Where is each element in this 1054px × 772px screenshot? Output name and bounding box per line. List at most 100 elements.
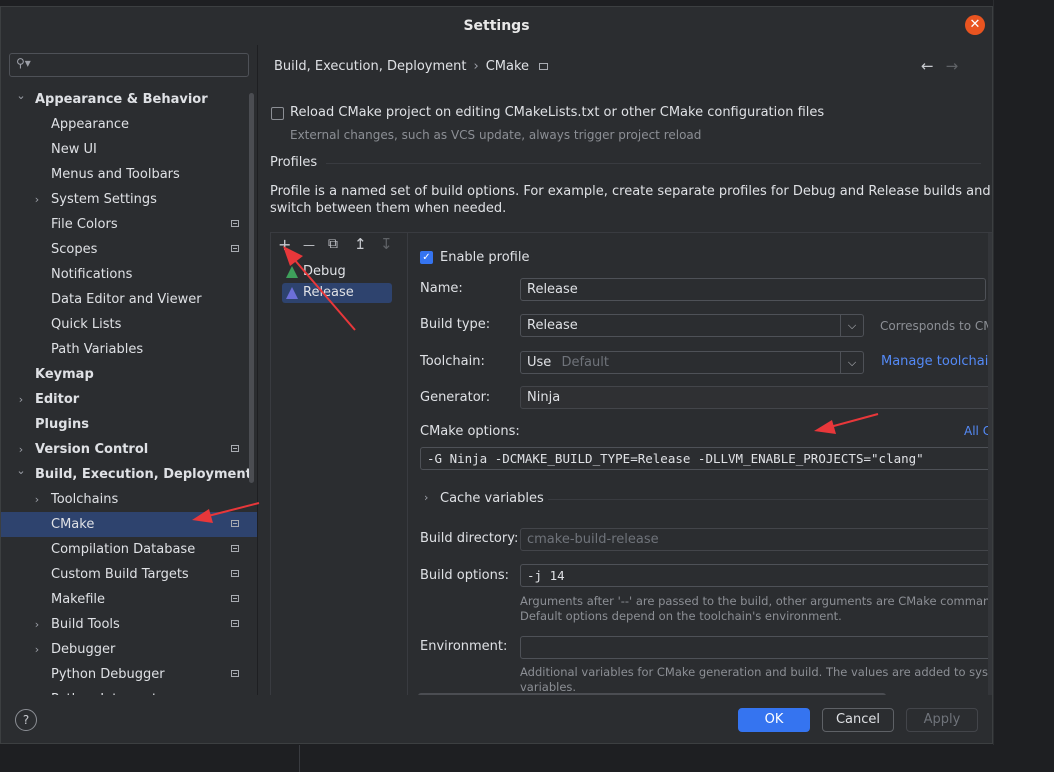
tree-item-label: Makefile — [51, 592, 106, 607]
tree-item-label: New UI — [51, 142, 97, 157]
reload-cmake-hint: External changes, such as VCS update, al… — [290, 128, 702, 142]
tree-item-notifications[interactable]: Notifications — [1, 262, 257, 287]
move-down-icon[interactable]: ↧ — [380, 235, 393, 253]
tree-item-version-control[interactable]: › Version Control — [1, 437, 257, 462]
tree-item-system-settings[interactable]: › System Settings — [1, 187, 257, 212]
copy-profile-icon[interactable]: ⧉ — [328, 236, 338, 252]
cancel-button[interactable]: Cancel — [822, 708, 894, 732]
tree-item-editor[interactable]: › Editor — [1, 387, 257, 412]
tree-item-build-execution-deployment[interactable]: ⌄ Build, Execution, Deployment — [1, 462, 257, 487]
back-arrow-icon[interactable]: ← — [921, 57, 934, 75]
tree-item-label: Plugins — [35, 417, 89, 432]
profile-details: ✓ Enable profile Name: Release Build typ… — [407, 233, 992, 695]
tree-item-makefile[interactable]: Makefile — [1, 587, 257, 612]
tree-item-file-colors[interactable]: File Colors — [1, 212, 257, 237]
apply-button[interactable]: Apply — [906, 708, 978, 732]
profile-item-label: Debug — [303, 264, 346, 279]
toolchain-combo[interactable]: Use Default ⌵ — [520, 351, 864, 374]
settings-tree-panel: ⚲▾ ⌄ Appearance & Behavior Appearance New U… — [1, 45, 257, 695]
forward-arrow-icon[interactable]: → — [946, 57, 959, 75]
chevron-down-icon[interactable]: ⌄ — [15, 83, 27, 108]
profile-item-debug[interactable]: Debug — [282, 262, 392, 282]
breadcrumb: Build, Execution, Deployment › CMake — [274, 59, 549, 74]
tree-item-menus-and-toolbars[interactable]: Menus and Toolbars — [1, 162, 257, 187]
tree-item-label: CMake — [51, 517, 95, 532]
build-type-hint: Corresponds to CMAK — [880, 319, 992, 333]
reload-cmake-checkbox[interactable] — [271, 107, 284, 120]
remove-profile-icon[interactable]: — — [303, 238, 315, 252]
chevron-down-icon[interactable]: ⌄ — [15, 458, 27, 483]
chevron-right-icon[interactable]: › — [424, 491, 428, 504]
chevron-down-icon: ⌵ — [840, 315, 863, 336]
chevron-right-icon[interactable]: › — [31, 187, 43, 212]
tree-item-label: Scopes — [51, 242, 98, 257]
breadcrumb-separator: › — [473, 59, 479, 74]
tree-item-path-variables[interactable]: Path Variables — [1, 337, 257, 362]
tree-item-python-interpreter[interactable]: Python Interpreter — [1, 687, 257, 695]
build-options-field[interactable]: -j 14 — [520, 564, 992, 587]
tree-item-label: System Settings — [51, 192, 157, 207]
close-icon[interactable]: ✕ — [965, 15, 985, 35]
tree-item-label: Compilation Database — [51, 542, 196, 557]
navigation-arrows: ← → — [921, 57, 958, 75]
profiles-description-line1: Profile is a named set of build options.… — [270, 184, 991, 199]
dialog-button-bar: ? OK Cancel Apply — [1, 695, 992, 743]
help-button[interactable]: ? — [15, 709, 37, 731]
search-input[interactable]: ⚲▾ — [9, 53, 249, 77]
move-up-icon[interactable]: ↥ — [354, 235, 367, 253]
tree-item-toolchains[interactable]: › Toolchains — [1, 487, 257, 512]
tree-item-plugins[interactable]: Plugins — [1, 412, 257, 437]
tree-item-python-debugger[interactable]: Python Debugger — [1, 662, 257, 687]
tree-item-build-tools[interactable]: › Build Tools — [1, 612, 257, 637]
tree-item-label: Custom Build Targets — [51, 567, 189, 582]
tree-item-data-editor-and-viewer[interactable]: Data Editor and Viewer — [1, 287, 257, 312]
chevron-right-icon[interactable]: › — [15, 387, 27, 412]
tree-item-appearance-behavior[interactable]: ⌄ Appearance & Behavior — [1, 87, 257, 112]
tree-item-label: Version Control — [35, 442, 149, 457]
tree-item-keymap[interactable]: Keymap — [1, 362, 257, 387]
manage-toolchains-link[interactable]: Manage toolchain — [881, 354, 992, 369]
chevron-right-icon[interactable]: › — [31, 612, 43, 637]
tree-item-label: Data Editor and Viewer — [51, 292, 202, 307]
tree-item-new-ui[interactable]: New UI — [1, 137, 257, 162]
tree-scrollbar[interactable] — [249, 93, 254, 483]
tree-item-debugger[interactable]: › Debugger — [1, 637, 257, 662]
generator-combo[interactable]: Ninja — [520, 386, 992, 409]
enable-profile-checkbox[interactable]: ✓ — [420, 251, 433, 264]
chevron-right-icon[interactable]: › — [31, 637, 43, 662]
enable-profile-label: Enable profile — [440, 250, 530, 265]
profile-item-release[interactable]: Release — [282, 283, 392, 303]
vertical-scrollbar[interactable] — [988, 233, 992, 695]
project-level-icon — [231, 545, 239, 552]
tree-item-label: Menus and Toolbars — [51, 167, 180, 182]
project-level-icon — [231, 620, 239, 627]
chevron-right-icon[interactable]: › — [31, 487, 43, 512]
cmake-options-label: CMake options: — [420, 424, 520, 439]
build-directory-field[interactable]: cmake-build-release — [520, 528, 992, 551]
background-divider — [993, 0, 994, 772]
cmake-options-field[interactable]: -G Ninja -DCMAKE_BUILD_TYPE=Release -DLL… — [420, 447, 992, 470]
settings-dialog: Settings ✕ ⚲▾ ⌄ Appearance & Behavior Appe… — [0, 6, 993, 744]
breadcrumb-current: CMake — [485, 59, 530, 74]
tree-item-scopes[interactable]: Scopes — [1, 237, 257, 262]
project-level-icon — [231, 570, 239, 577]
environment-hint-line2: variables. — [520, 680, 577, 694]
build-options-hint-line2: Default options depend on the toolchain'… — [520, 609, 842, 623]
add-profile-icon[interactable]: + — [278, 235, 291, 254]
name-field[interactable]: Release — [520, 278, 986, 301]
build-type-combo[interactable]: Release ⌵ — [520, 314, 864, 337]
reload-cmake-label: Reload CMake project on editing CMakeLis… — [290, 105, 825, 120]
breadcrumb-parent[interactable]: Build, Execution, Deployment — [274, 59, 466, 74]
cmake-profile-icon — [286, 287, 298, 299]
ok-button[interactable]: OK — [738, 708, 810, 732]
tree-item-custom-build-targets[interactable]: Custom Build Targets — [1, 562, 257, 587]
tree-item-appearance[interactable]: Appearance — [1, 112, 257, 137]
environment-field[interactable] — [520, 636, 992, 659]
environment-label: Environment: — [420, 639, 508, 654]
build-type-value: Release — [527, 318, 578, 333]
tree-item-compilation-database[interactable]: Compilation Database — [1, 537, 257, 562]
cache-variables-label[interactable]: Cache variables — [440, 491, 544, 506]
tree-item-quick-lists[interactable]: Quick Lists — [1, 312, 257, 337]
tree-item-cmake[interactable]: CMake — [1, 512, 257, 537]
project-level-icon — [231, 520, 239, 527]
